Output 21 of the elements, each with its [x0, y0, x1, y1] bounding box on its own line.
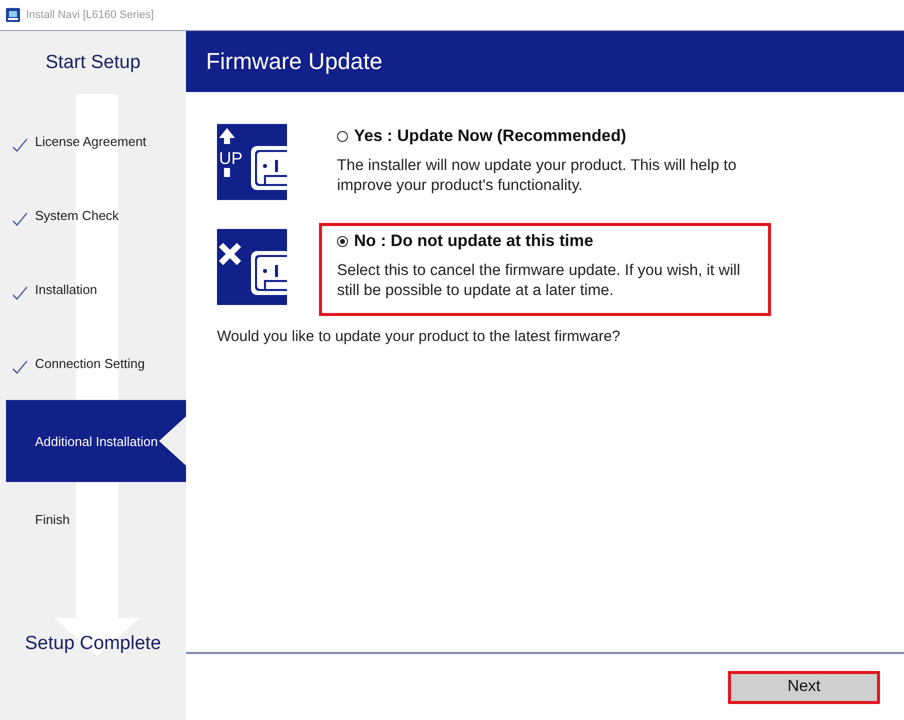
step-label: System Check: [35, 208, 119, 222]
step-label: Additional Installation: [35, 434, 158, 448]
window-title: Install Navi [L6160 Series]: [26, 9, 154, 21]
app-icon: [6, 8, 20, 22]
next-button[interactable]: Next: [728, 670, 880, 704]
printer-cancel-icon: [217, 229, 287, 305]
printer-update-icon: UP: [217, 124, 287, 200]
radio-button[interactable]: [337, 131, 348, 142]
question-text: Would you like to update your product to the latest firmware?: [217, 328, 622, 345]
radio-button[interactable]: [337, 236, 348, 247]
option-description: Select this to cancel the firmware update. If you wish, it will still be possible to update at a later time.: [337, 261, 742, 301]
step-label: Finish: [35, 512, 70, 526]
sidebar-footer: Setup Complete: [24, 633, 162, 655]
option-description: The installer will now update your product. This will help to improve your product's functionality.: [337, 156, 738, 196]
step-label: License Agreement: [35, 134, 146, 148]
step-label: Installation: [35, 282, 98, 296]
option-label: No : Do not update at this time: [354, 232, 594, 251]
step-label: Connection Setting: [35, 356, 145, 370]
page-title: Firmware Update: [186, 31, 904, 92]
option-label: Yes : Update Now (Recommended): [354, 127, 626, 146]
sidebar-heading: Start Setup: [44, 50, 142, 74]
